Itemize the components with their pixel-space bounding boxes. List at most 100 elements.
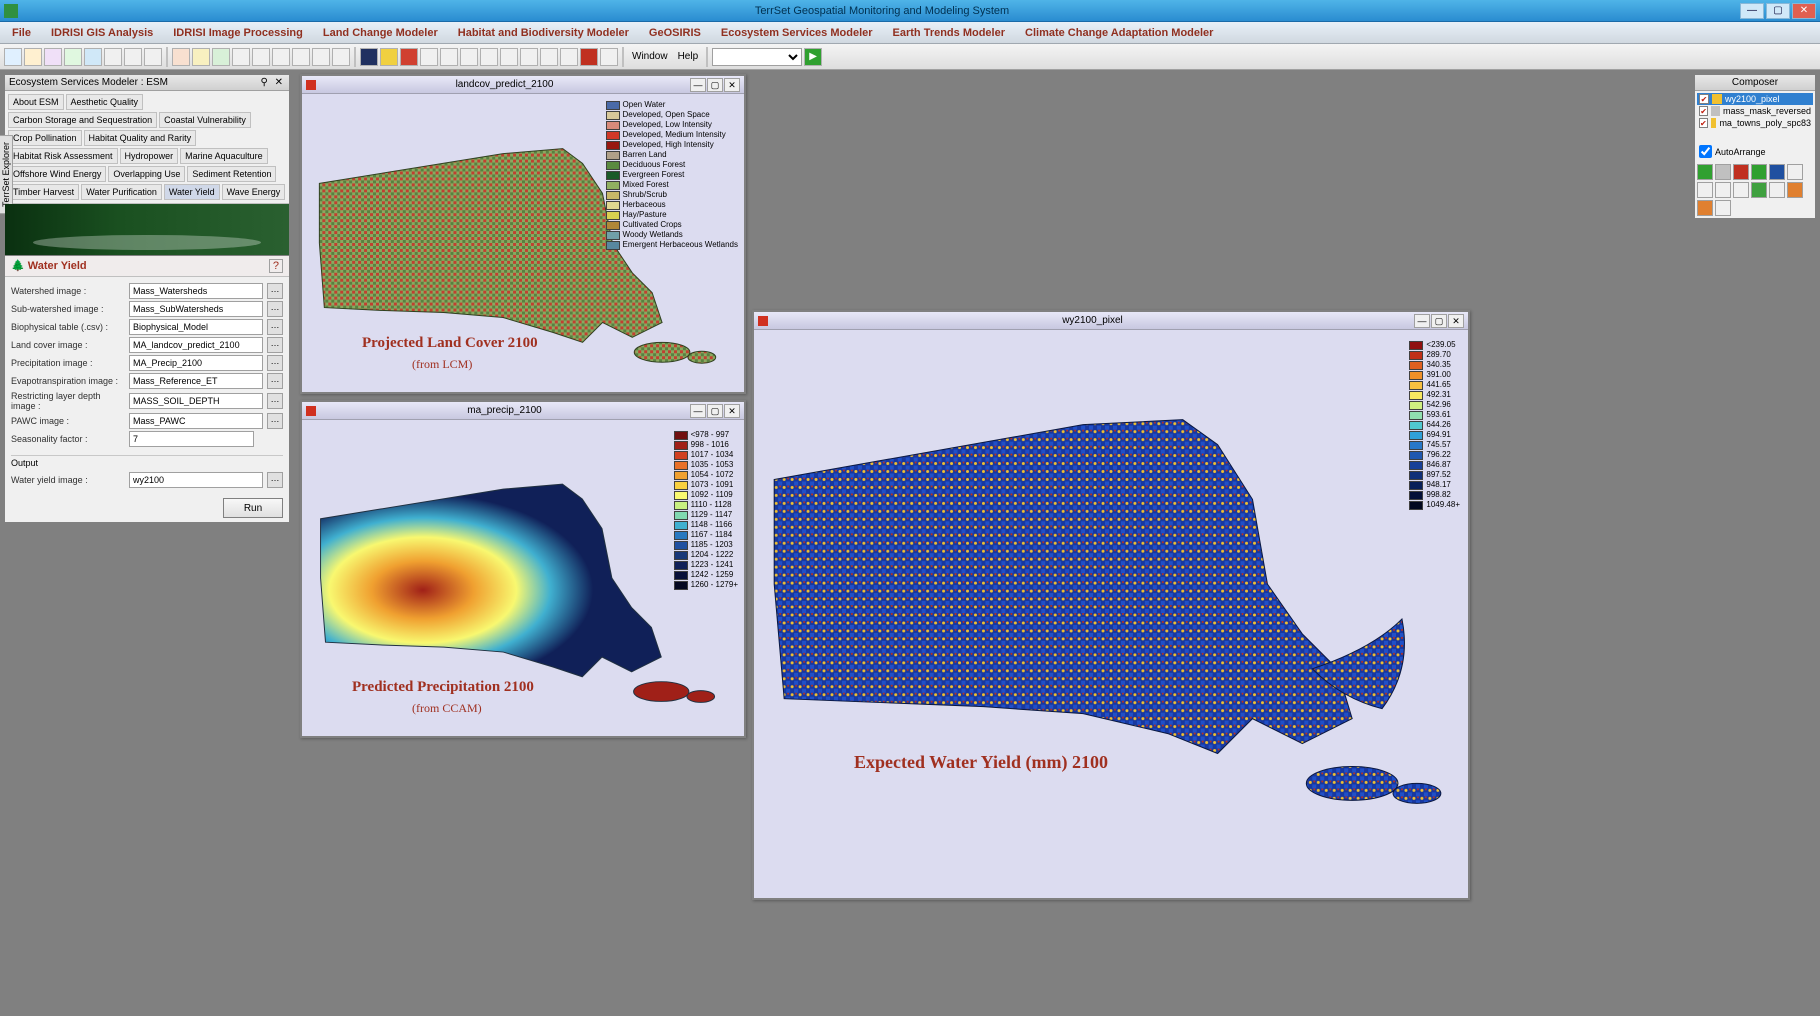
map-close-button[interactable]: ✕	[1448, 314, 1464, 328]
map-window-wateryield[interactable]: wy2100_pixel — ▢ ✕ <239.	[752, 310, 1470, 900]
menu-climate-change[interactable]: Climate Change Adaptation Modeler	[1019, 25, 1219, 41]
composer-tool-10[interactable]	[1751, 182, 1767, 198]
esm-pin-icon[interactable]: ⚲	[259, 77, 270, 88]
tool-icon-29[interactable]	[580, 48, 598, 66]
tool-icon-19[interactable]	[380, 48, 398, 66]
menu-idrisi-gis[interactable]: IDRISI GIS Analysis	[45, 25, 159, 41]
field-input-3[interactable]	[129, 337, 263, 353]
composer-layer-item[interactable]: ✔ma_towns_poly_spc83	[1697, 117, 1813, 129]
composer-tool-6[interactable]	[1787, 164, 1803, 180]
layer-visibility-checkbox[interactable]: ✔	[1699, 94, 1709, 104]
esm-tab-hydropower[interactable]: Hydropower	[120, 148, 179, 164]
tool-icon-21[interactable]	[420, 48, 438, 66]
browse-button[interactable]: …	[267, 393, 283, 409]
field-input-7[interactable]	[129, 413, 263, 429]
esm-tab-coastal-vulnerability[interactable]: Coastal Vulnerability	[159, 112, 251, 128]
tool-icon-16[interactable]	[312, 48, 330, 66]
menu-idrisi-image[interactable]: IDRISI Image Processing	[167, 25, 309, 41]
layer-visibility-checkbox[interactable]: ✔	[1699, 106, 1708, 116]
composer-tool-9[interactable]	[1733, 182, 1749, 198]
layer-visibility-checkbox[interactable]: ✔	[1699, 118, 1708, 128]
tool-icon-26[interactable]	[520, 48, 538, 66]
tool-icon-25[interactable]	[500, 48, 518, 66]
field-input-1[interactable]	[129, 301, 263, 317]
tool-icon-11[interactable]	[212, 48, 230, 66]
browse-button[interactable]: …	[267, 355, 283, 371]
composer-tool-14[interactable]	[1715, 200, 1731, 216]
map-minimize-button[interactable]: —	[690, 404, 706, 418]
map-maximize-button[interactable]: ▢	[707, 78, 723, 92]
esm-tab-water-purification[interactable]: Water Purification	[81, 184, 162, 200]
esm-close-icon[interactable]: ✕	[273, 77, 285, 88]
esm-tab-crop-pollination[interactable]: Crop Pollination	[8, 130, 82, 146]
esm-tab-habitat-quality-and-rarity[interactable]: Habitat Quality and Rarity	[84, 130, 197, 146]
map-maximize-button[interactable]: ▢	[1431, 314, 1447, 328]
tool-icon-13[interactable]	[252, 48, 270, 66]
field-input-8[interactable]	[129, 431, 254, 447]
menu-habitat-biodiversity[interactable]: Habitat and Biodiversity Modeler	[452, 25, 635, 41]
tool-icon-10[interactable]	[192, 48, 210, 66]
tool-icon-3[interactable]	[44, 48, 62, 66]
tool-icon-30[interactable]	[600, 48, 618, 66]
map-window-landcov[interactable]: landcov_predict_2100 — ▢ ✕ Open WaterDev…	[300, 74, 746, 394]
browse-button[interactable]: …	[267, 283, 283, 299]
tool-icon-14[interactable]	[272, 48, 290, 66]
tool-icon-4[interactable]	[64, 48, 82, 66]
composer-tool-8[interactable]	[1715, 182, 1731, 198]
tool-icon-28[interactable]	[560, 48, 578, 66]
composer-tool-12[interactable]	[1787, 182, 1803, 198]
tool-icon-20[interactable]	[400, 48, 418, 66]
menu-geosiris[interactable]: GeOSIRIS	[643, 25, 707, 41]
map-close-button[interactable]: ✕	[724, 78, 740, 92]
window-menu-label[interactable]: Window	[628, 51, 672, 62]
esm-tab-offshore-wind-energy[interactable]: Offshore Wind Energy	[8, 166, 106, 182]
toolbar-combo[interactable]	[712, 48, 802, 66]
esm-tab-sediment-retention[interactable]: Sediment Retention	[187, 166, 276, 182]
browse-button[interactable]: …	[267, 413, 283, 429]
close-button[interactable]: ✕	[1792, 3, 1816, 19]
tool-icon-24[interactable]	[480, 48, 498, 66]
composer-layer-item[interactable]: ✔mass_mask_reversed	[1697, 105, 1813, 117]
composer-tool-1[interactable]	[1697, 164, 1713, 180]
auto-arrange-checkbox[interactable]	[1699, 145, 1712, 158]
browse-button[interactable]: …	[267, 319, 283, 335]
water-yield-image-input[interactable]	[129, 472, 263, 488]
menu-file[interactable]: File	[6, 25, 37, 41]
tool-icon-17[interactable]	[332, 48, 350, 66]
field-input-2[interactable]	[129, 319, 263, 335]
tool-icon-27[interactable]	[540, 48, 558, 66]
field-input-6[interactable]	[129, 393, 263, 409]
map-maximize-button[interactable]: ▢	[707, 404, 723, 418]
browse-button[interactable]: …	[267, 337, 283, 353]
composer-tool-13[interactable]	[1697, 200, 1713, 216]
help-icon[interactable]: ?	[269, 259, 283, 273]
map-window-precip[interactable]: ma_precip_2100 — ▢ ✕	[300, 400, 746, 738]
field-input-0[interactable]	[129, 283, 263, 299]
browse-button[interactable]: …	[267, 472, 283, 488]
tool-icon-12[interactable]	[232, 48, 250, 66]
esm-tab-timber-harvest[interactable]: Timber Harvest	[8, 184, 79, 200]
run-icon[interactable]: ▶	[804, 48, 822, 66]
esm-tab-habitat-risk-assessment[interactable]: Habitat Risk Assessment	[8, 148, 118, 164]
tool-icon-9[interactable]	[172, 48, 190, 66]
tool-icon-22[interactable]	[440, 48, 458, 66]
tool-icon-7[interactable]	[124, 48, 142, 66]
tool-icon-1[interactable]	[4, 48, 22, 66]
tool-icon-18[interactable]	[360, 48, 378, 66]
map-close-button[interactable]: ✕	[724, 404, 740, 418]
field-input-5[interactable]	[129, 373, 263, 389]
esm-tab-about-esm[interactable]: About ESM	[8, 94, 64, 110]
map-minimize-button[interactable]: —	[690, 78, 706, 92]
esm-tab-aesthetic-quality[interactable]: Aesthetic Quality	[66, 94, 144, 110]
browse-button[interactable]: …	[267, 301, 283, 317]
composer-layer-item[interactable]: ✔wy2100_pixel	[1697, 93, 1813, 105]
esm-tab-carbon-storage-and-sequestration[interactable]: Carbon Storage and Sequestration	[8, 112, 157, 128]
composer-tool-5[interactable]	[1769, 164, 1785, 180]
maximize-button[interactable]: ▢	[1766, 3, 1790, 19]
tool-icon-2[interactable]	[24, 48, 42, 66]
composer-tool-2[interactable]	[1715, 164, 1731, 180]
esm-tab-overlapping-use[interactable]: Overlapping Use	[108, 166, 185, 182]
browse-button[interactable]: …	[267, 373, 283, 389]
map-minimize-button[interactable]: —	[1414, 314, 1430, 328]
explorer-side-tab[interactable]: TerrSet Explorer	[0, 135, 13, 214]
